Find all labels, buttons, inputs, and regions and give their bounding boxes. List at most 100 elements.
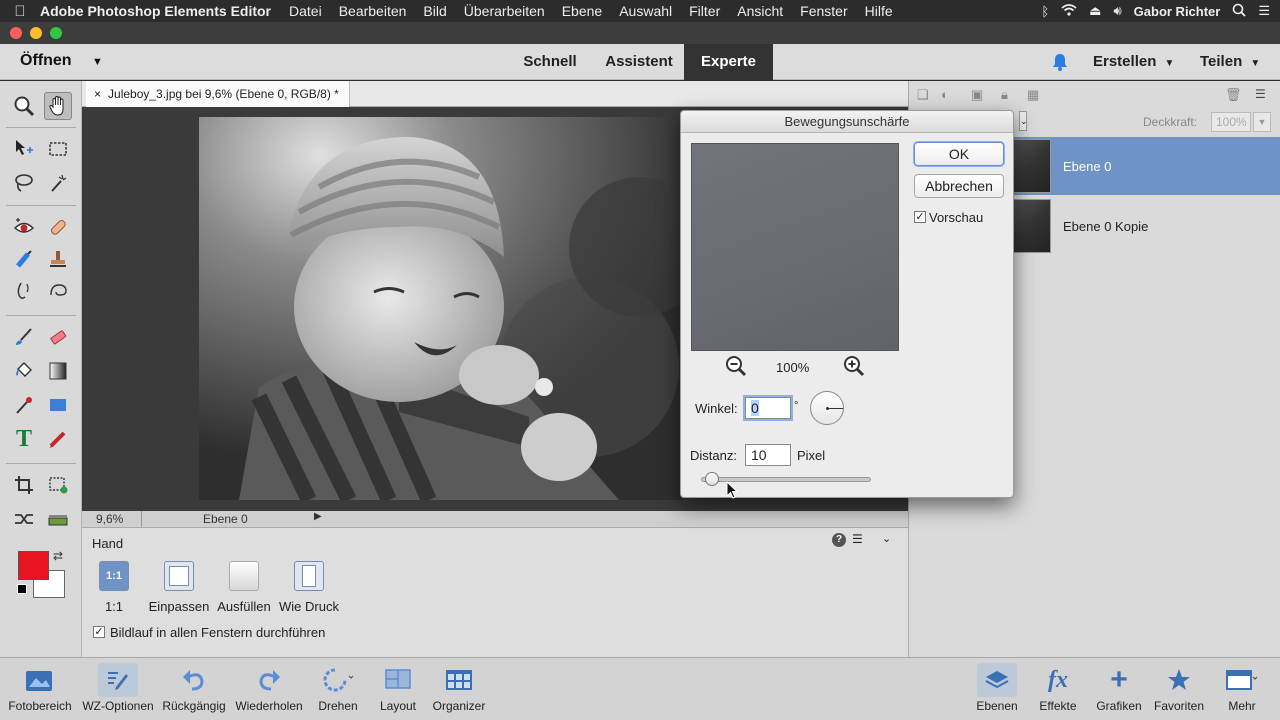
sponge-tool-icon[interactable] (44, 277, 72, 305)
photo-canvas[interactable] (199, 117, 684, 500)
share-button[interactable]: Teilen ▼ (1200, 53, 1260, 70)
redo-button[interactable]: Wiederholen (232, 658, 306, 720)
move-tool-icon[interactable] (10, 135, 38, 163)
adjustment-layer-icon[interactable]: ◐ (941, 87, 949, 102)
scroll-all-windows-checkbox[interactable]: ✓ (93, 626, 105, 638)
lock-transparency-icon[interactable]: ▦ (1027, 87, 1039, 103)
app-name[interactable]: Adobe Photoshop Elements Editor (40, 3, 271, 19)
favorites-button[interactable]: Favoriten (1150, 658, 1208, 720)
panel-menu-icon[interactable]: ☰ (1255, 87, 1266, 101)
zoom-tool-icon[interactable] (10, 92, 38, 120)
recompose-tool-icon[interactable] (44, 471, 72, 499)
rotate-button[interactable]: Drehen (308, 658, 368, 720)
menu-hilfe[interactable]: Hilfe (865, 3, 893, 19)
opacity-input[interactable]: 100% (1211, 112, 1251, 132)
zoom-out-icon[interactable] (725, 355, 747, 380)
gradient-tool-icon[interactable] (44, 357, 72, 385)
swap-colors-icon[interactable]: ⇄ (53, 549, 63, 563)
default-colors-icon[interactable] (17, 584, 27, 594)
straighten-tool-icon[interactable] (44, 505, 72, 533)
zoom-window-icon[interactable] (50, 27, 62, 39)
hand-tool-icon[interactable] (44, 92, 72, 120)
menu-bild[interactable]: Bild (423, 3, 446, 19)
shape-tool-icon[interactable] (44, 391, 72, 419)
crop-tool-icon[interactable] (10, 471, 38, 499)
layer-row-ebene-0[interactable]: Ebene 0 (1009, 137, 1280, 195)
lock-icon[interactable]: 🔒︎ (1001, 87, 1008, 103)
red-eye-tool-icon[interactable] (10, 213, 38, 241)
effects-button[interactable]: fx Effekte (1030, 658, 1086, 720)
notification-bell-icon[interactable] (1050, 52, 1070, 75)
wifi-icon[interactable] (1061, 3, 1077, 19)
preview-checkbox[interactable]: ✓ (914, 211, 926, 223)
status-menu-arrow-icon[interactable]: ▶ (314, 511, 322, 522)
cancel-button[interactable]: Abbrechen (914, 174, 1004, 198)
eraser-tool-icon[interactable] (44, 323, 72, 351)
tab-experte[interactable]: Experte (684, 44, 773, 80)
foreground-color-swatch[interactable] (18, 551, 49, 580)
menu-auswahl[interactable]: Auswahl (619, 3, 672, 19)
clone-stamp-icon[interactable] (44, 245, 72, 273)
blur-tool-icon[interactable] (10, 277, 38, 305)
menu-fenster[interactable]: Fenster (800, 3, 847, 19)
undo-button[interactable]: Rückgängig (158, 658, 230, 720)
delete-layer-icon[interactable]: 🗑︎ (1225, 87, 1242, 103)
filter-preview[interactable] (691, 143, 899, 351)
create-button[interactable]: Erstellen ▼ (1093, 53, 1174, 70)
layer-row-ebene-0-kopie[interactable]: Ebene 0 Kopie (1009, 197, 1280, 255)
pencil-tool-icon[interactable] (44, 425, 72, 453)
angle-dial[interactable] (810, 391, 844, 425)
collapse-chevron-icon[interactable]: ⌄ (882, 532, 891, 545)
smart-brush-icon[interactable] (10, 245, 38, 273)
spot-healing-brush-icon[interactable] (44, 213, 72, 241)
minimize-window-icon[interactable] (30, 27, 42, 39)
text-tool-icon[interactable]: T (10, 425, 38, 453)
organizer-button[interactable]: Organizer (428, 658, 490, 720)
menu-bearbeiten[interactable]: Bearbeiten (339, 3, 407, 19)
lasso-tool-icon[interactable] (10, 169, 38, 197)
fit-screen-button[interactable] (164, 561, 194, 591)
tool-options-button[interactable]: WZ-Optionen (79, 658, 157, 720)
quick-selection-icon[interactable] (44, 169, 72, 197)
distance-slider-thumb[interactable] (705, 472, 719, 486)
menu-filter[interactable]: Filter (689, 3, 720, 19)
user-name[interactable]: Gabor Richter (1134, 4, 1221, 19)
opacity-dropdown-icon[interactable]: ▼ (1253, 112, 1271, 132)
menu-ueberarbeiten[interactable]: Überarbeiten (464, 3, 545, 19)
close-tab-icon[interactable]: × (94, 87, 101, 101)
eyedropper-icon[interactable] (10, 391, 38, 419)
layers-panel-button[interactable]: Ebenen (972, 658, 1022, 720)
open-button[interactable]: Öffnen ▼ (20, 52, 103, 70)
menu-ansicht[interactable]: Ansicht (737, 3, 783, 19)
blend-mode-dropdown-arrow-icon[interactable]: ⌄ (1019, 111, 1028, 131)
graphics-button[interactable]: + Grafiken (1092, 658, 1146, 720)
rectangular-marquee-icon[interactable] (44, 135, 72, 163)
volume-icon[interactable]: 🔊︎ (1113, 3, 1121, 19)
bluetooth-icon[interactable]: ᛒ (1041, 4, 1049, 19)
print-size-button[interactable] (294, 561, 324, 591)
document-tab[interactable]: × Juleboy_3.jpg bei 9,6% (Ebene 0, RGB/8)… (86, 81, 350, 107)
new-layer-icon[interactable]: ❏ (917, 87, 929, 103)
ok-button[interactable]: OK (914, 142, 1004, 166)
eject-icon[interactable]: ⏏ (1089, 3, 1101, 19)
panel-menu-icon[interactable]: ☰ (852, 532, 863, 546)
tab-assistent[interactable]: Assistent (596, 44, 682, 80)
help-icon[interactable]: ? (832, 533, 846, 547)
layout-button[interactable]: Layout (370, 658, 426, 720)
tab-schnell[interactable]: Schnell (510, 44, 590, 80)
menu-ebene[interactable]: Ebene (562, 3, 602, 19)
zoom-level-text[interactable]: 9,6% (96, 512, 123, 526)
layer-mask-icon[interactable]: ▣ (971, 87, 983, 103)
fill-screen-button[interactable] (229, 561, 259, 591)
content-aware-move-icon[interactable] (10, 505, 38, 533)
menu-datei[interactable]: Datei (289, 3, 322, 19)
more-button[interactable]: Mehr (1214, 658, 1270, 720)
paint-bucket-icon[interactable] (10, 357, 38, 385)
zoom-in-icon[interactable] (843, 355, 865, 380)
actual-pixels-button[interactable]: 1:1 (99, 561, 129, 591)
spotlight-search-icon[interactable] (1232, 3, 1246, 20)
notification-list-icon[interactable]: ☰ (1258, 3, 1270, 19)
close-window-icon[interactable] (10, 27, 22, 39)
angle-input[interactable]: 0 (745, 397, 791, 419)
distance-input[interactable]: 10 (745, 444, 791, 466)
